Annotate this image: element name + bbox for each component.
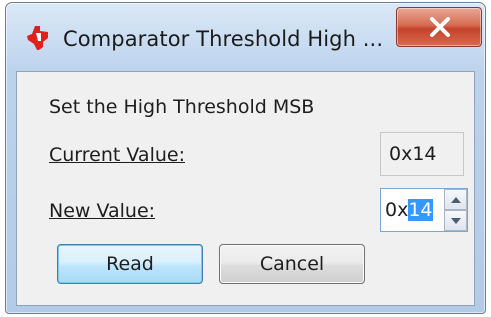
dialog-prompt: Set the High Threshold MSB	[49, 96, 315, 118]
new-value-prefix: 0x	[385, 199, 409, 221]
current-value-label-text: Current Value:	[49, 144, 185, 166]
cancel-button[interactable]: Cancel	[219, 244, 365, 284]
ti-logo-icon	[26, 25, 50, 51]
arrow-down-icon	[451, 218, 461, 224]
new-value-stepper[interactable]: 0x14	[380, 188, 468, 232]
close-icon	[430, 17, 450, 37]
current-value-label: Current Value:	[49, 144, 185, 166]
arrow-up-icon	[451, 197, 461, 203]
new-value-input[interactable]: 0x14	[385, 189, 433, 231]
dialog-window: Comparator Threshold High ... Set the Hi…	[5, 2, 486, 314]
new-value-label: New Value:	[49, 200, 155, 222]
dialog-content: Set the High Threshold MSB Current Value…	[16, 71, 475, 306]
read-button[interactable]: Read	[57, 244, 203, 284]
spin-up-button[interactable]	[444, 189, 467, 210]
window-title: Comparator Threshold High ...	[63, 27, 384, 51]
new-value-label-text: New Value:	[49, 200, 156, 222]
title-bar[interactable]: Comparator Threshold High ...	[6, 3, 485, 71]
current-value-field: 0x14	[380, 132, 464, 176]
close-button[interactable]	[396, 7, 482, 47]
new-value-selected-text: 14	[408, 199, 433, 221]
spin-down-button[interactable]	[444, 210, 467, 231]
spin-buttons	[444, 189, 467, 231]
